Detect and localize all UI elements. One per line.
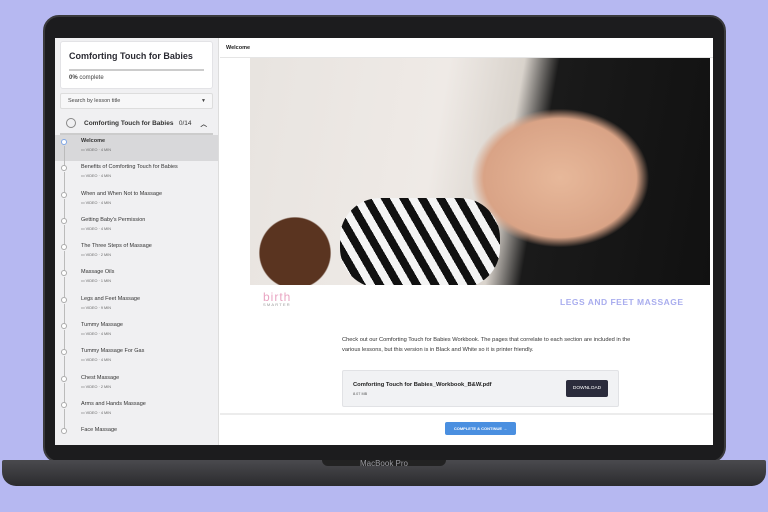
lesson-item[interactable]: Getting Baby's Permission ▭ VIDEO · 4 MIN [55, 214, 218, 245]
video-player[interactable] [250, 58, 710, 285]
lesson-title: Face Massage [81, 427, 118, 434]
device-brand: MacBook Pro [359, 459, 409, 468]
progress-label: complete [79, 75, 104, 81]
lesson-duration: VIDEO · 9 MIN [85, 305, 111, 310]
lesson-item[interactable]: Benefits of Comforting Touch for Babies ▭… [55, 161, 218, 193]
lesson-title: Tummy Massage [81, 322, 123, 329]
lesson-status-icon [61, 217, 67, 224]
lesson-meta: ▭ VIDEO · 1 MIN [81, 278, 218, 283]
lesson-status-icon [61, 428, 67, 435]
lesson-status-icon [61, 244, 67, 251]
lesson-duration: VIDEO · 4 MIN [85, 358, 111, 363]
lesson-meta: ▭ VIDEO · 4 MIN [81, 173, 218, 178]
lesson-item[interactable]: When and When Not to Massage ▭ VIDEO · 4 … [55, 188, 218, 219]
download-button[interactable]: DOWNLOAD [566, 380, 608, 397]
lesson-meta: ▭ VIDEO · 4 MIN [81, 147, 218, 152]
lesson-title: Chest Massage [81, 374, 120, 381]
lesson-duration: VIDEO · 4 MIN [85, 148, 111, 152]
lesson-meta: ▭ VIDEO · 4 MIN [81, 200, 218, 205]
lesson-status-icon [61, 165, 67, 172]
section-status-icon [66, 118, 76, 128]
caret-down-icon: ▼ [201, 98, 206, 104]
lesson-title: Getting Baby's Permission [81, 216, 146, 223]
lesson-title: The Three Steps of Massage [81, 243, 152, 250]
lesson-meta: ▭ VIDEO · 4 MIN [81, 331, 218, 336]
logo-subtext: SMARTER [263, 302, 291, 307]
course-sidebar: Comforting Touch for Babies 0% complete … [55, 38, 219, 445]
lesson-content: Welcome birth SMARTER LEGS AND FEET MASSA… [220, 38, 713, 445]
lesson-title: Arms and Hands Massage [81, 400, 146, 407]
progress-percent: 0% [69, 75, 78, 81]
lesson-meta: ▭ VIDEO · 9 MIN [81, 305, 218, 310]
lesson-status-icon [61, 349, 67, 356]
section-count: 0/14 [178, 119, 192, 127]
lesson-item[interactable]: Tummy Massage ▭ VIDEO · 4 MIN [55, 319, 218, 351]
course-progress-card: Comforting Touch for Babies 0% complete [60, 41, 213, 89]
lesson-item[interactable]: Chest Massage ▭ VIDEO · 2 MIN [55, 372, 218, 403]
download-card: Comforting Touch for Babies_Workbook_B&W… [342, 370, 619, 407]
lesson-status-icon [61, 375, 67, 382]
lesson-status-icon [61, 139, 67, 145]
lesson-duration: VIDEO · 4 MIN [85, 200, 111, 205]
lesson-item[interactable]: Face Massage [55, 424, 218, 445]
lesson-title: Tummy Massage For Gas [81, 348, 145, 355]
lesson-status-icon [61, 296, 67, 303]
lesson-search-dropdown[interactable]: Search by lesson title ▼ [60, 93, 213, 109]
lesson-duration: VIDEO · 2 MIN [85, 384, 111, 389]
video-frame-baby [250, 208, 340, 285]
lesson-meta: ▭ VIDEO · 4 MIN [81, 410, 218, 415]
birth-smarter-logo: birth SMARTER [263, 290, 291, 307]
file-name: Comforting Touch for Babies_Workbook_B&W… [353, 382, 492, 388]
lesson-list: Welcome ▭ VIDEO · 4 MIN Benefits of Comfor… [55, 135, 218, 445]
screen: Comforting Touch for Babies 0% complete … [55, 38, 713, 445]
lesson-item[interactable]: Legs and Feet Massage ▭ VIDEO · 9 MIN [55, 293, 218, 324]
section-title: Comforting Touch for Babies [84, 119, 174, 127]
lesson-duration: VIDEO · 4 MIN [85, 174, 111, 179]
lesson-duration: VIDEO · 1 MIN [85, 279, 111, 284]
search-placeholder: Search by lesson title [68, 98, 121, 104]
lesson-title: Welcome [81, 138, 106, 144]
lesson-duration: VIDEO · 2 MIN [85, 253, 111, 258]
complete-continue-button[interactable]: COMPLETE & CONTINUE → [445, 422, 516, 435]
lesson-header: Welcome [220, 38, 713, 58]
lesson-item[interactable]: Arms and Hands Massage ▭ VIDEO · 4 MIN [55, 398, 218, 429]
lesson-duration: VIDEO · 4 MIN [85, 226, 111, 231]
lesson-item[interactable]: Welcome ▭ VIDEO · 4 MIN [55, 135, 218, 166]
lesson-status-icon [61, 323, 67, 330]
lesson-status-icon [61, 401, 67, 408]
lesson-item[interactable]: Massage Oils ▭ VIDEO · 1 MIN [55, 266, 218, 298]
course-title: Comforting Touch for Babies [69, 51, 193, 61]
lesson-status-icon [61, 270, 67, 277]
lesson-item[interactable]: The Three Steps of Massage ▭ VIDEO · 2 MI… [55, 240, 218, 272]
lesson-meta: ▭ VIDEO · 4 MIN [81, 357, 218, 362]
lesson-meta: ▭ VIDEO · 2 MIN [81, 384, 218, 389]
progress-bar [69, 69, 204, 71]
video-frame-shirt [340, 198, 500, 285]
lesson-status-icon [61, 191, 67, 198]
chevron-up-icon[interactable]: ︿ [201, 118, 208, 128]
lesson-duration: VIDEO · 4 MIN [85, 410, 111, 415]
lesson-duration: VIDEO · 4 MIN [85, 332, 111, 337]
file-size: 8.07 MB [353, 392, 368, 396]
lesson-title: Benefits of Comforting Touch for Babies [81, 164, 178, 171]
lesson-description: Check out our Comforting Touch for Babie… [342, 337, 631, 353]
lesson-item[interactable]: Tummy Massage For Gas ▭ VIDEO · 4 MIN [55, 345, 218, 377]
lesson-title: When and When Not to Massage [81, 190, 163, 197]
lesson-title: Legs and Feet Massage [81, 295, 141, 302]
lesson-meta: ▭ VIDEO · 2 MIN [81, 252, 218, 257]
lesson-footer: COMPLETE & CONTINUE → [220, 413, 713, 445]
video-caption: LEGS AND FEET MASSAGE [560, 297, 684, 307]
section-header[interactable]: Comforting Touch for Babies 0/14 ︿ [60, 113, 213, 135]
lesson-meta: ▭ VIDEO · 4 MIN [81, 226, 218, 231]
lesson-title: Massage Oils [81, 269, 115, 276]
